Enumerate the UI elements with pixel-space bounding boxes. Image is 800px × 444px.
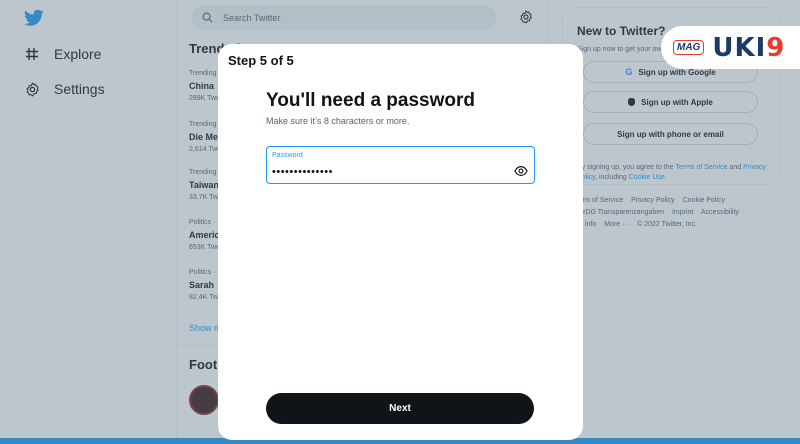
password-label: Password: [272, 152, 303, 159]
password-modal: Step 5 of 5 You'll need a password Make …: [218, 44, 583, 440]
password-field[interactable]: Password: [266, 146, 535, 184]
step-indicator: Step 5 of 5: [228, 53, 294, 68]
modal-title: You'll need a password: [266, 90, 475, 111]
next-button[interactable]: Next: [266, 393, 534, 424]
password-input[interactable]: [272, 165, 507, 179]
modal-subtitle: Make sure it’s 8 characters or more.: [266, 116, 410, 126]
mag-logo-icon: MAG: [673, 40, 705, 55]
show-password-eye-icon[interactable]: [514, 165, 528, 177]
mag-watermark-badge: MAG UKI9: [661, 26, 800, 69]
brand-logo: UKI9: [712, 32, 786, 63]
